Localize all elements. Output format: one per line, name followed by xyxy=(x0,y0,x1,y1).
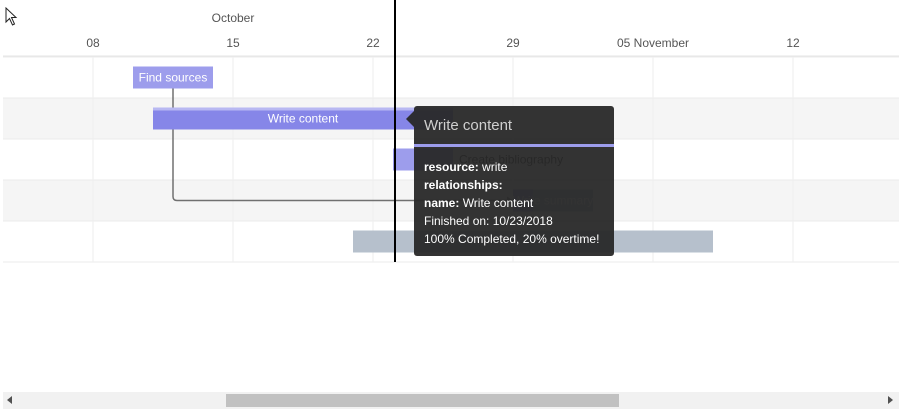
axis-tick-label: 12 xyxy=(786,36,800,50)
tooltip-name-label: name: xyxy=(424,196,460,210)
tooltip-name-row: name: Write content xyxy=(424,194,599,212)
scrollbar-thumb[interactable] xyxy=(226,394,619,407)
axis-tick-label: 05 November xyxy=(617,36,689,50)
task-label: Write content xyxy=(268,112,339,126)
tooltip-body: resource: write relationships: name: Wri… xyxy=(424,158,599,248)
tooltip-finished: Finished on: 10/23/2018 xyxy=(424,214,553,228)
axis-tick-label: 22 xyxy=(366,36,380,50)
tooltip-completion: 100% Completed, 20% overtime! xyxy=(424,232,600,246)
tooltip-title: Write content xyxy=(424,117,513,134)
task-label: Find sources xyxy=(139,71,208,85)
tooltip-resource-label: resource: xyxy=(424,160,479,174)
scroll-right-arrow-icon[interactable] xyxy=(888,396,893,404)
mouse-cursor-icon xyxy=(5,7,18,26)
horizontal-scrollbar[interactable] xyxy=(3,392,899,409)
axis-tick-label: 08 xyxy=(86,36,100,50)
axis-tick-label: 15 xyxy=(226,36,240,50)
scroll-left-arrow-icon[interactable] xyxy=(7,396,12,404)
tooltip-relationships-row: relationships: xyxy=(424,176,599,194)
axis-tick-label: 29 xyxy=(506,36,520,50)
tooltip-resource-row: resource: write xyxy=(424,158,599,176)
tooltip-relationships-label: relationships: xyxy=(424,178,503,192)
tooltip-caret xyxy=(406,111,414,127)
task-tooltip: Write content resource: write relationsh… xyxy=(406,106,614,256)
month-label: October xyxy=(212,11,255,25)
tooltip-name-value: Write content xyxy=(462,196,534,210)
tooltip-resource-value: write xyxy=(482,160,508,174)
tooltip-divider xyxy=(414,144,614,147)
